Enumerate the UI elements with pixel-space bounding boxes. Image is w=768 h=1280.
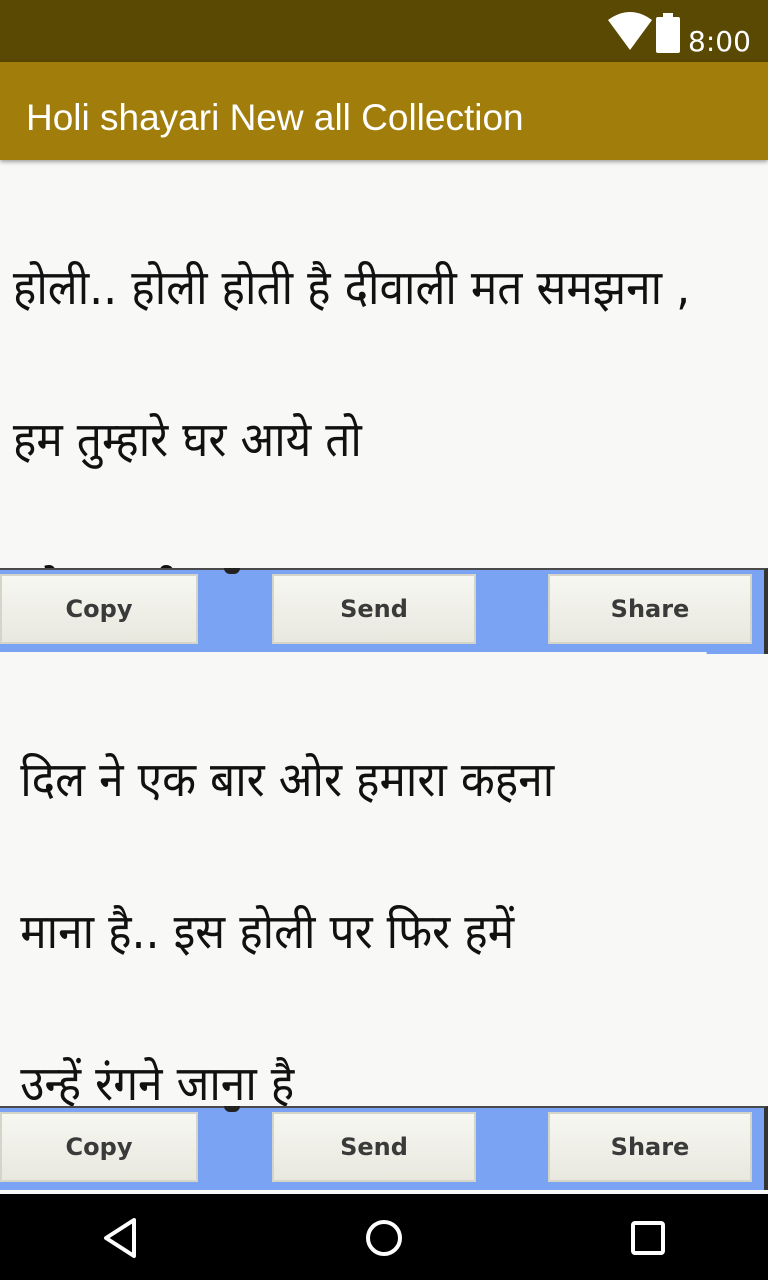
shayari-text-1: होली.. होली होती है दीवाली मत समझना , हम…	[0, 160, 707, 620]
copy-button[interactable]: Copy	[0, 1112, 198, 1182]
share-button[interactable]: Share	[548, 1112, 752, 1182]
row-marker	[224, 568, 240, 574]
shayari-text-2: दिल ने एक बार ओर हमारा कहना माना है.. इस…	[0, 652, 707, 1112]
status-time: 8:00	[688, 25, 751, 58]
app-bar: Holi shayari New all Collection	[0, 62, 768, 160]
status-bar: 8:00	[0, 0, 768, 62]
send-button[interactable]: Send	[272, 574, 476, 644]
share-button[interactable]: Share	[548, 574, 752, 644]
navigation-bar	[0, 1194, 768, 1280]
copy-button[interactable]: Copy	[0, 574, 198, 644]
shayari-2-line-1: दिल ने एक बार ओर हमारा कहना	[20, 752, 555, 808]
back-icon[interactable]	[92, 1210, 148, 1266]
send-button[interactable]: Send	[272, 1112, 476, 1182]
battery-icon	[656, 13, 680, 53]
wifi-icon	[608, 12, 652, 50]
button-row-2: Copy Send Share	[0, 1106, 768, 1192]
app-title: Holi shayari New all Collection	[26, 97, 524, 138]
shayari-1-line-2: हम तुम्हारे घर आये तो	[12, 412, 362, 468]
button-row-1: Copy Send Share	[0, 568, 768, 654]
shayari-list[interactable]: होली.. होली होती है दीवाली मत समझना , हम…	[0, 160, 768, 1194]
row-marker	[224, 1106, 240, 1112]
recents-icon[interactable]	[620, 1210, 676, 1266]
shayari-1-line-1: होली.. होली होती है दीवाली मत समझना ,	[12, 260, 691, 316]
home-icon[interactable]	[356, 1210, 412, 1266]
shayari-2-line-2: माना है.. इस होली पर फिर हमें	[20, 904, 515, 960]
